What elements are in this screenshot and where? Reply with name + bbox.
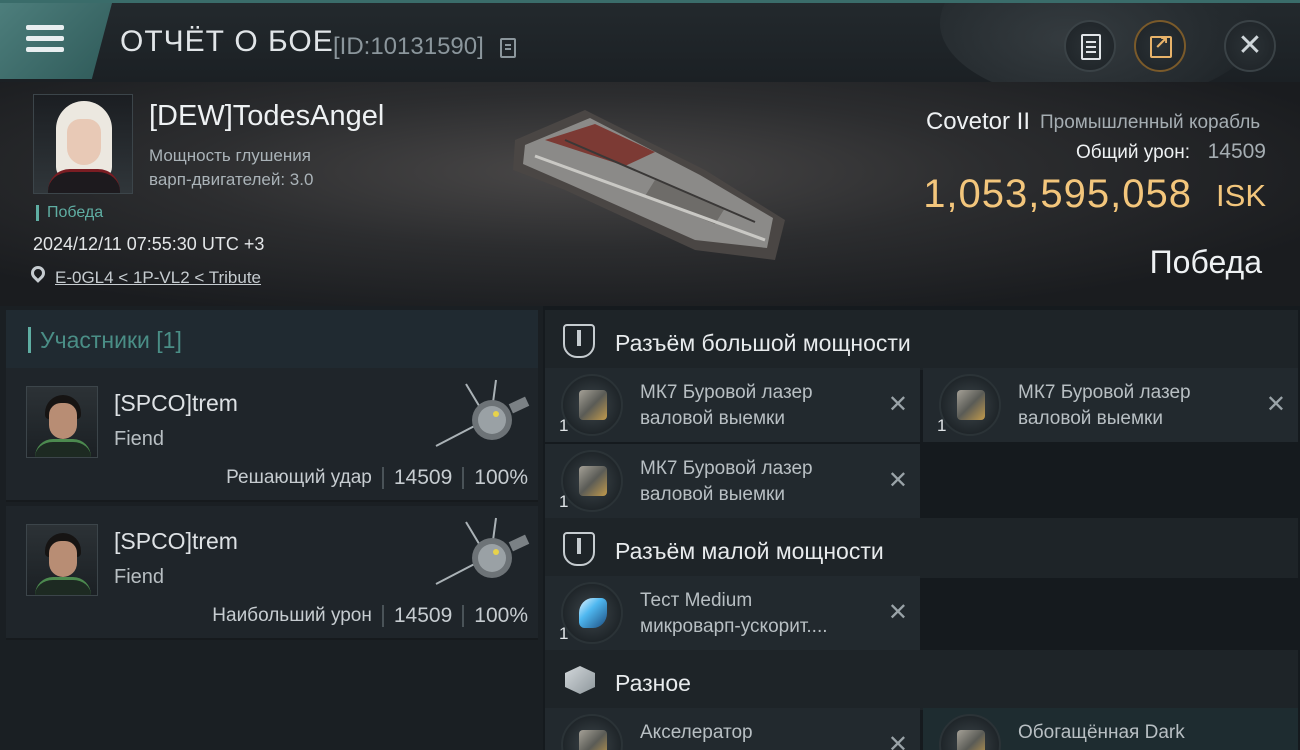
mining-laser-icon bbox=[561, 374, 623, 436]
report-id: [ID:10131590] bbox=[333, 33, 484, 60]
fitting-panel: Разъём большой мощности 1 МК7 Буровой ла… bbox=[543, 306, 1300, 750]
participants-panel: Участники [1] [SPCO]trem Fiend Решающий … bbox=[0, 306, 543, 750]
close-button[interactable]: ✕ bbox=[1224, 20, 1276, 72]
cargo-item[interactable]: Обогащённая Dark bbox=[923, 708, 1298, 750]
menu-icon[interactable] bbox=[26, 25, 64, 57]
mining-laser-icon bbox=[939, 374, 1001, 436]
module-item[interactable]: 1 МК7 Буровой лазер валовой выемки ✕ bbox=[545, 368, 920, 442]
module-item[interactable]: 1 Тест Medium микроварп-ускорит.... ✕ bbox=[545, 576, 920, 650]
document-icon bbox=[1081, 34, 1101, 60]
high-slot-header: Разъём большой мощности bbox=[545, 310, 1298, 370]
share-icon bbox=[1150, 33, 1172, 58]
module-item[interactable]: 1 МК7 Буровой лазер валовой выемки ✕ bbox=[545, 444, 920, 518]
share-button[interactable] bbox=[1134, 20, 1186, 72]
kill-location-link[interactable]: E-0GL4 < 1P-VL2 < Tribute bbox=[55, 268, 261, 288]
attacker-stats: Наибольший урон 14509 100% bbox=[212, 604, 528, 627]
page-title: ОТЧЁТ О БОЕ bbox=[120, 25, 334, 58]
isk-unit: ISK bbox=[1216, 178, 1266, 213]
remove-icon[interactable]: ✕ bbox=[888, 598, 908, 627]
victim-ship-class: Промышленный корабль bbox=[1040, 112, 1261, 133]
attacker-avatar[interactable] bbox=[26, 524, 98, 596]
accelerator-icon bbox=[561, 714, 623, 750]
location-pin-icon bbox=[28, 263, 48, 283]
slot-icon bbox=[563, 324, 595, 358]
module-item[interactable]: 1 МК7 Буровой лазер валовой выемки ✕ bbox=[923, 368, 1298, 442]
attacker-ship: Fiend bbox=[114, 566, 165, 588]
close-icon: ✕ bbox=[1237, 29, 1263, 62]
participants-header[interactable]: Участники [1] bbox=[6, 310, 538, 368]
remove-icon[interactable]: ✕ bbox=[1266, 390, 1286, 419]
attacker-ship-image bbox=[435, 517, 530, 585]
attacker-name: [SPCO]trem bbox=[114, 528, 238, 554]
attacker-avatar[interactable] bbox=[26, 386, 98, 458]
warp-jam-strength: Мощность глушения варп-двигателей: 3.0 bbox=[149, 146, 314, 189]
cargo-item[interactable]: Акселератор ✕ bbox=[545, 708, 920, 750]
total-damage-label: Общий урон: bbox=[1076, 142, 1190, 163]
isk-value: 1,053,595,058 bbox=[923, 172, 1192, 216]
result-text: Победа bbox=[1149, 244, 1262, 280]
mid-slot-header: Разъём малой мощности bbox=[545, 518, 1298, 578]
kill-timestamp: 2024/12/11 07:55:30 UTC +3 bbox=[33, 234, 265, 254]
attacker-row[interactable]: [SPCO]trem Fiend Решающий удар 14509 100… bbox=[6, 368, 538, 502]
victim-avatar[interactable] bbox=[33, 94, 133, 194]
attacker-row[interactable]: [SPCO]trem Fiend Наибольший урон 14509 1… bbox=[6, 506, 538, 640]
cargo-box-icon bbox=[565, 666, 595, 694]
mining-laser-icon bbox=[561, 450, 623, 512]
result-badge: Победа bbox=[36, 205, 103, 221]
victim-name[interactable]: [DEW]TodesAngel bbox=[149, 100, 384, 133]
slot-icon bbox=[563, 532, 595, 566]
remove-icon[interactable]: ✕ bbox=[888, 390, 908, 419]
victim-ship-image bbox=[513, 110, 785, 260]
ore-icon bbox=[939, 714, 1001, 750]
attacker-ship: Fiend bbox=[114, 428, 165, 450]
attacker-name: [SPCO]trem bbox=[114, 390, 238, 416]
victim-ship-name: Covetor II bbox=[925, 108, 1030, 135]
total-damage-value: 14509 bbox=[1207, 140, 1266, 163]
attacker-stats: Решающий удар 14509 100% bbox=[226, 466, 528, 489]
document-button[interactable] bbox=[1064, 20, 1116, 72]
victim-summary: [DEW]TodesAngel Мощность глушения варп-д… bbox=[0, 82, 1300, 306]
microwarpdrive-icon bbox=[561, 582, 623, 644]
remove-icon[interactable]: ✕ bbox=[888, 730, 908, 750]
copy-icon[interactable] bbox=[500, 38, 516, 58]
top-bar: ОТЧЁТ О БОЕ [ID:10131590] ✕ bbox=[0, 0, 1300, 82]
attacker-ship-image bbox=[435, 379, 530, 447]
misc-header: Разное bbox=[545, 650, 1298, 710]
remove-icon[interactable]: ✕ bbox=[888, 466, 908, 495]
